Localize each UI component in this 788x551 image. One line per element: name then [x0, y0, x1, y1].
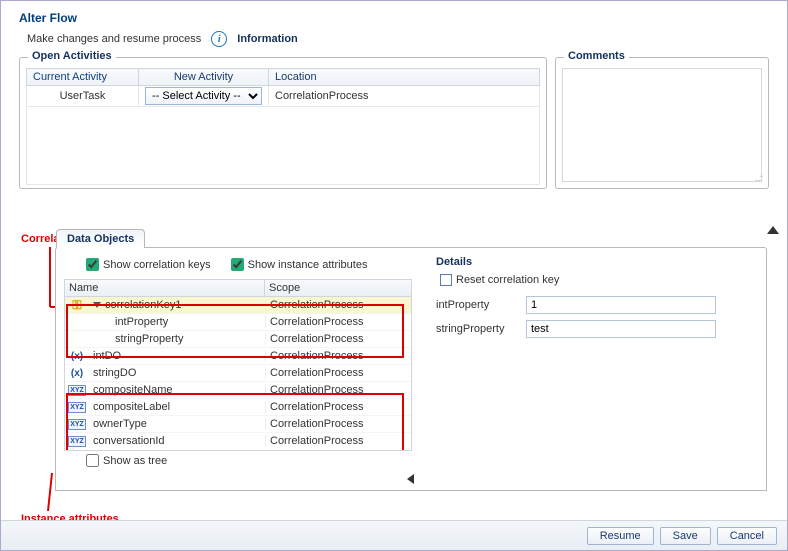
row-name: stringDO	[93, 367, 136, 379]
chk-reset-correlation[interactable]: Reset correlation key	[440, 274, 760, 286]
row-name: stringProperty	[115, 333, 183, 345]
detail-field-input[interactable]	[526, 296, 716, 314]
chk-show-as-tree[interactable]: Show as tree	[64, 451, 416, 467]
chk-show-correlation[interactable]: Show correlation keys	[86, 258, 211, 271]
chk-show-as-tree-label: Show as tree	[103, 455, 167, 467]
list-item[interactable]: XYZ compositeName CorrelationProcess	[65, 382, 411, 399]
scroll-left-icon[interactable]	[407, 474, 414, 484]
resume-button[interactable]: Resume	[587, 527, 654, 545]
xyz-icon: XYZ	[68, 402, 86, 413]
chk-show-correlation-box[interactable]	[86, 258, 99, 271]
cancel-button[interactable]: Cancel	[717, 527, 777, 545]
xyz-icon: XYZ	[68, 419, 86, 430]
tab-data-objects[interactable]: Data Objects	[56, 229, 145, 248]
comments-input[interactable]	[562, 68, 762, 182]
info-label: Information	[237, 33, 298, 45]
row-scope: CorrelationProcess	[265, 350, 411, 362]
xyz-icon: XYZ	[68, 436, 86, 447]
row-scope: CorrelationProcess	[265, 316, 411, 328]
row-scope: CorrelationProcess	[265, 435, 411, 447]
chk-reset-correlation-box[interactable]	[440, 274, 452, 286]
list-item[interactable]: XYZ compositeLabel CorrelationProcess	[65, 399, 411, 416]
save-button[interactable]: Save	[660, 527, 711, 545]
list-item[interactable]: XYZ ownerType CorrelationProcess	[65, 416, 411, 433]
chk-show-as-tree-box[interactable]	[86, 454, 99, 467]
key-icon: ⚿	[72, 298, 81, 313]
info-icon: i	[211, 31, 227, 47]
comments-legend: Comments	[564, 50, 629, 62]
new-activity-cell: -- Select Activity --	[139, 86, 269, 107]
list-item[interactable]: intProperty CorrelationProcess	[65, 314, 411, 331]
col-name: Name	[65, 280, 265, 296]
annotation-arrow	[49, 247, 51, 307]
row-scope: CorrelationProcess	[265, 299, 411, 311]
open-activities-legend: Open Activities	[28, 50, 116, 62]
col-new-activity: New Activity	[139, 69, 269, 86]
row-name: compositeName	[93, 384, 172, 396]
list-item[interactable]: (x) stringDO CorrelationProcess	[65, 365, 411, 382]
chk-show-instance-label: Show instance attributes	[248, 259, 368, 271]
data-objects-grid: Name Scope ⚿ correlationKey1 CorrelationPr…	[64, 279, 412, 451]
table-row: UserTask -- Select Activity -- Correlati…	[27, 86, 540, 107]
list-item[interactable]: (x) intDO CorrelationProcess	[65, 348, 411, 365]
row-name: conversationId	[93, 435, 165, 447]
row-scope: CorrelationProcess	[265, 401, 411, 413]
row-name: intDO	[93, 350, 121, 362]
details-heading: Details	[436, 256, 760, 268]
list-item[interactable]: stringProperty CorrelationProcess	[65, 331, 411, 348]
collapse-toggle-icon[interactable]	[767, 226, 779, 234]
chk-show-correlation-label: Show correlation keys	[103, 259, 211, 271]
resize-grip-icon[interactable]: ..::	[754, 173, 763, 184]
row-scope: CorrelationProcess	[265, 333, 411, 345]
variable-icon: (x)	[71, 351, 83, 362]
select-activity[interactable]: -- Select Activity --	[145, 87, 262, 105]
detail-field-label: intProperty	[436, 299, 526, 311]
list-item[interactable]: XYZ conversationId CorrelationProcess	[65, 433, 411, 449]
page-title: Alter Flow	[19, 11, 779, 25]
row-name: ownerType	[93, 418, 147, 430]
open-activities-table: Current Activity New Activity Location U…	[26, 68, 540, 185]
list-item[interactable]: ⚿ correlationKey1 CorrelationProcess	[65, 297, 411, 314]
col-current-activity: Current Activity	[27, 69, 139, 86]
variable-icon: (x)	[71, 368, 83, 379]
comments-panel: Comments ..::	[555, 57, 769, 189]
current-activity-cell: UserTask	[27, 86, 139, 107]
chk-show-instance-box[interactable]	[231, 258, 244, 271]
chk-reset-correlation-label: Reset correlation key	[456, 274, 559, 286]
expander-icon[interactable]	[93, 302, 101, 308]
location-cell: CorrelationProcess	[269, 86, 540, 107]
annotation-arrow	[47, 473, 53, 511]
detail-field-label: stringProperty	[436, 323, 526, 335]
row-scope: CorrelationProcess	[265, 418, 411, 430]
chk-show-instance[interactable]: Show instance attributes	[231, 258, 368, 271]
data-objects-panel: Data Objects Show correlation keys Show …	[55, 247, 767, 491]
col-location: Location	[269, 69, 540, 86]
row-name: compositeLabel	[93, 401, 170, 413]
subtitle-text: Make changes and resume process	[27, 33, 201, 45]
button-bar: Resume Save Cancel	[1, 520, 787, 550]
open-activities-panel: Open Activities Current Activity New Act…	[19, 57, 547, 189]
xyz-icon: XYZ	[68, 385, 86, 396]
row-name: intProperty	[115, 316, 168, 328]
row-scope: CorrelationProcess	[265, 367, 411, 379]
row-name: correlationKey1	[105, 299, 181, 311]
detail-field-input[interactable]	[526, 320, 716, 338]
col-scope: Scope	[265, 280, 411, 296]
row-scope: CorrelationProcess	[265, 384, 411, 396]
